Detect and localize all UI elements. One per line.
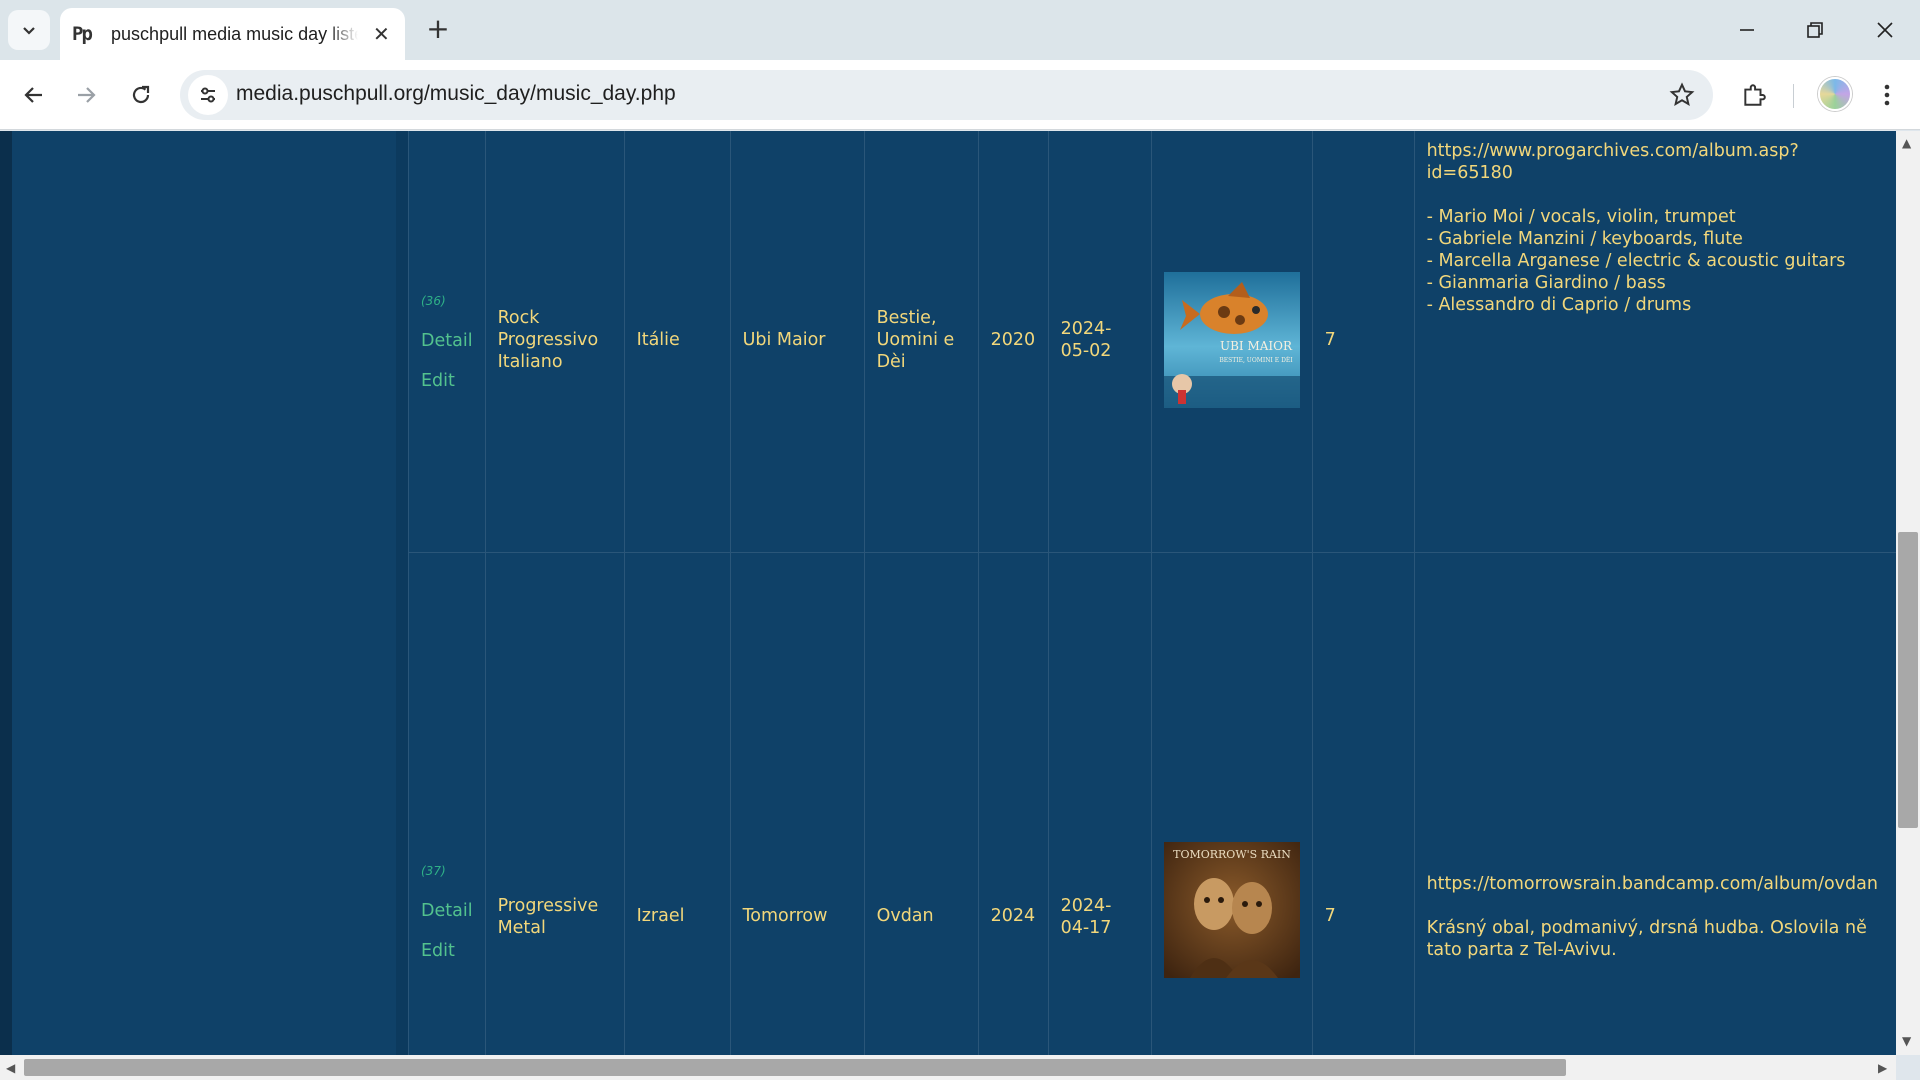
rating-cell: 7	[1311, 552, 1415, 1055]
country-cell: Itálie	[623, 131, 731, 553]
address-bar[interactable]: media.puschpull.org/music_day/music_day.…	[180, 70, 1713, 120]
site-favicon-icon: Pp	[72, 23, 93, 45]
info-cell: https://tomorrowsrain.bandcamp.com/album…	[1413, 552, 1900, 1055]
year-cell: 2024	[977, 552, 1049, 1055]
info-line: - Mario Moi / vocals, violin, trumpet	[1426, 207, 1736, 227]
table-row: (37) Detail Edit Progressive Metal Izrae…	[408, 552, 1900, 1055]
scroll-up-icon[interactable]: ▲	[1902, 136, 1911, 150]
scroll-right-icon[interactable]: ▶	[1878, 1061, 1887, 1075]
page-viewport: (36) Detail Edit Rock Progressivo Italia…	[0, 131, 1920, 1055]
tune-icon	[201, 87, 215, 103]
row-number: (37)	[421, 864, 446, 878]
info-text: https://tomorrowsrain.bandcamp.com/album…	[1427, 873, 1887, 961]
info-line	[1427, 895, 1887, 917]
reload-icon	[132, 85, 150, 104]
info-line	[1427, 184, 1887, 206]
artist-cell: Tomorrow	[729, 552, 865, 1055]
tab-strip: Pp puschpull media music day liste ✕ +	[0, 0, 1920, 60]
album-cover-image: TOMORROW'S RAIN	[1163, 842, 1300, 978]
svg-text:BESTIE, UOMINI E DÈI: BESTIE, UOMINI E DÈI	[1219, 356, 1293, 364]
cover-cell: UBI MAIOR BESTIE, UOMINI E DÈI	[1150, 131, 1313, 553]
info-text: https://www.progarchives.com/album.asp? …	[1427, 140, 1887, 316]
info-cell: https://www.progarchives.com/album.asp? …	[1413, 131, 1900, 553]
info-line: - Gianmaria Giardino / bass	[1426, 273, 1666, 293]
url-text[interactable]: media.puschpull.org/music_day/music_day.…	[236, 82, 676, 106]
arrow-right-icon	[78, 87, 96, 103]
date-cell: 2024-04-17	[1047, 552, 1152, 1055]
info-line: id=65180	[1426, 163, 1513, 183]
minimize-button[interactable]	[1724, 8, 1770, 52]
close-window-button[interactable]	[1862, 8, 1908, 52]
info-link[interactable]: https://tomorrowsrain.bandcamp.com/album…	[1427, 873, 1887, 895]
reload-button[interactable]	[121, 75, 161, 115]
detail-link[interactable]: Detail	[421, 900, 473, 922]
chevron-down-icon	[23, 27, 35, 35]
restore-button[interactable]	[1792, 8, 1838, 52]
bookmark-button[interactable]	[1669, 82, 1695, 112]
artist-cell: Ubi Maior	[729, 131, 865, 553]
tab-search-button[interactable]	[8, 10, 50, 50]
info-line: - Alessandro di Caprio / drums	[1426, 295, 1692, 315]
restore-icon	[1807, 22, 1823, 38]
forward-button[interactable]	[66, 75, 106, 115]
row-actions-cell: (36) Detail Edit	[408, 131, 486, 553]
album-cell: Ovdan	[863, 552, 979, 1055]
info-line: Krásný obal, podmanivý, drsná hudba. Osl…	[1426, 918, 1867, 938]
more-vert-icon	[1884, 84, 1890, 106]
browser-menu-button[interactable]	[1870, 78, 1904, 112]
minimize-icon	[1740, 29, 1754, 31]
genre-cell: Progressive Metal	[484, 552, 625, 1055]
svg-text:UBI MAIOR: UBI MAIOR	[1220, 339, 1293, 353]
year-cell: 2020	[977, 131, 1049, 553]
tab-title: puschpull media music day liste	[111, 23, 358, 44]
back-button[interactable]	[14, 75, 54, 115]
svg-text:TOMORROW'S RAIN: TOMORROW'S RAIN	[1173, 848, 1291, 861]
page-left-panel	[396, 131, 408, 1055]
row-number: (36)	[421, 293, 446, 308]
extensions-button[interactable]	[1737, 78, 1771, 112]
music-table: (36) Detail Edit Rock Progressivo Italia…	[408, 131, 1900, 1055]
horizontal-scrollbar-thumb[interactable]	[24, 1059, 1566, 1076]
star-icon	[1669, 82, 1695, 106]
profile-avatar[interactable]	[1818, 77, 1852, 111]
browser-toolbar: media.puschpull.org/music_day/music_day.…	[0, 60, 1920, 130]
table-row: (36) Detail Edit Rock Progressivo Italia…	[408, 131, 1900, 553]
info-line: - Gabriele Manzini / keyboards, flute	[1426, 229, 1743, 249]
detail-link[interactable]: Detail	[421, 330, 473, 352]
close-icon	[1877, 22, 1893, 38]
new-tab-button[interactable]: +	[420, 12, 456, 48]
cover-cell: TOMORROW'S RAIN	[1150, 552, 1313, 1055]
browser-tab[interactable]: Pp puschpull media music day liste ✕	[60, 8, 405, 60]
edit-link[interactable]: Edit	[421, 370, 473, 392]
scroll-down-icon[interactable]: ▼	[1902, 1034, 1911, 1048]
scroll-left-icon[interactable]: ◀	[6, 1061, 15, 1075]
arrow-left-icon	[24, 87, 42, 103]
album-cover-image: UBI MAIOR BESTIE, UOMINI E DÈI	[1163, 272, 1300, 408]
row-actions-cell: (37) Detail Edit	[408, 552, 486, 1055]
genre-cell: Rock Progressivo Italiano	[484, 131, 625, 553]
info-line: tato parta z Tel-Avivu.	[1426, 940, 1617, 960]
rating-cell: 7	[1311, 131, 1415, 553]
site-info-button[interactable]	[188, 75, 228, 115]
album-cell: Bestie, Uomini e Dèi	[863, 131, 979, 553]
puzzle-icon	[1744, 84, 1766, 106]
info-line: - Marcella Arganese / electric & acousti…	[1426, 251, 1846, 271]
toolbar-separator	[1793, 84, 1794, 108]
edit-link[interactable]: Edit	[421, 940, 473, 962]
page-left-gutter	[0, 131, 12, 1055]
date-cell: 2024-05-02	[1047, 131, 1152, 553]
tab-close-icon[interactable]: ✕	[370, 22, 393, 46]
info-link[interactable]: https://www.progarchives.com/album.asp?	[1427, 140, 1887, 162]
vertical-scrollbar-thumb[interactable]	[1898, 532, 1918, 828]
country-cell: Izrael	[623, 552, 731, 1055]
